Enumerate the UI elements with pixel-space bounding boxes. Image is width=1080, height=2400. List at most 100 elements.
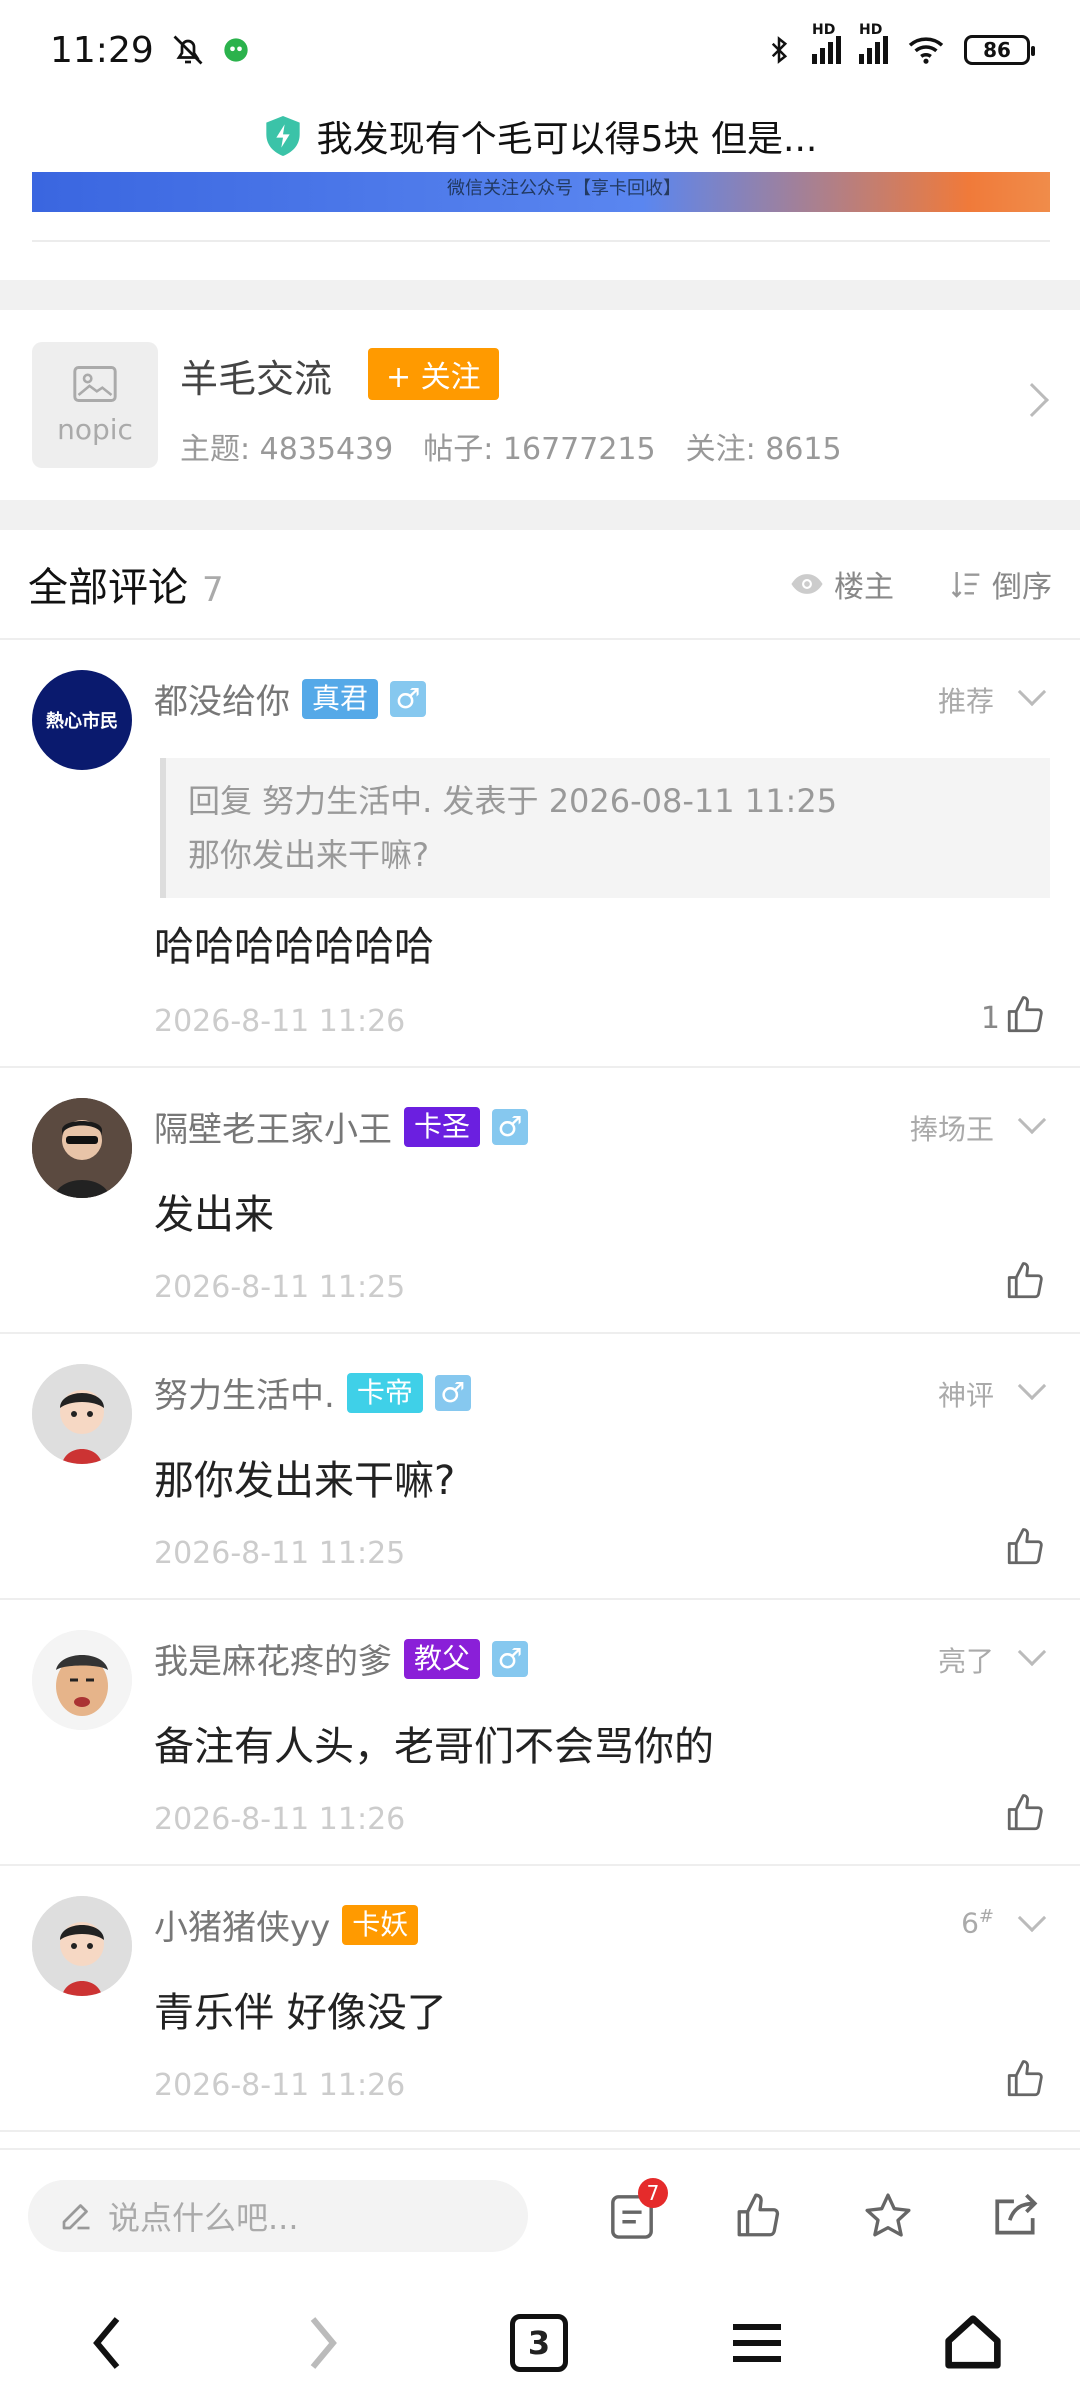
chevron-left-icon <box>93 2317 120 2369</box>
tabs-count: 3 <box>510 2314 568 2372</box>
thumbs-up-icon <box>737 2193 780 2237</box>
signal-icon: HD <box>812 22 841 64</box>
signal-icon-2: HD <box>859 22 888 64</box>
forum-topics: 主题: 4835439 <box>180 432 394 467</box>
thumbs-up-icon <box>1007 2060 1043 2097</box>
like-button[interactable] <box>1004 1792 1046 1834</box>
chevron-down-icon[interactable] <box>1017 1371 1047 1401</box>
home-button[interactable] <box>938 2308 1008 2378</box>
forum-followers: 关注: 8615 <box>685 432 842 467</box>
comment-tag: 捧场王 <box>909 1113 994 1146</box>
comment-username[interactable]: 都没给你 <box>154 674 290 723</box>
comment-item[interactable]: 我是麻花疼的爹 教父 ♂ 亮了 备注有人头，老哥们不会骂你的 2026-8-11… <box>0 1600 1080 1866</box>
chevron-down-icon[interactable] <box>1017 1105 1047 1135</box>
avatar[interactable] <box>32 1896 132 1996</box>
floor-number-value: 6 <box>961 1906 979 1940</box>
comment-username[interactable]: 我是麻花疼的爹 <box>154 1634 392 1683</box>
avatar-image <box>32 1896 132 1996</box>
menu-button[interactable] <box>722 2308 792 2378</box>
comment-item[interactable]: 努力生活中. 卡帝 ♂ 神评 那你发出来干嘛? 2026-8-11 11:25 <box>0 1334 1080 1600</box>
page-title-bar: 我发现有个毛可以得5块 但是... <box>0 100 1080 172</box>
comments-button[interactable]: 7 <box>600 2178 668 2248</box>
star-icon <box>865 2193 911 2237</box>
comments-header: 全部评论 7 楼主 倒序 <box>0 530 1080 640</box>
forum-card[interactable]: nopic 羊毛交流 + 关注 主题: 4835439 帖子: 16777215… <box>0 310 1080 500</box>
like-button[interactable]: 1 <box>981 994 1046 1036</box>
comment-tag: 神评 <box>937 1379 994 1412</box>
forum-stats: 主题: 4835439 帖子: 16777215 关注: 8615 <box>180 424 842 468</box>
thumbs-up-icon <box>1007 1262 1043 1299</box>
comment-time: 2026-8-11 11:26 <box>154 2068 406 2103</box>
pencil-icon <box>62 2204 90 2230</box>
like-button[interactable] <box>1004 1526 1046 1568</box>
app-notification-icon <box>224 38 248 62</box>
bluetooth-icon <box>771 36 788 64</box>
avatar[interactable]: 熱心市民 <box>32 670 132 770</box>
chevron-right-icon[interactable] <box>1015 383 1049 417</box>
battery-indicator: 86 <box>964 35 1035 65</box>
avatar-text: 熱心市民 <box>46 711 118 732</box>
comment-input-placeholder: 说点什么吧... <box>108 2199 299 2237</box>
user-level-badge: 卡帝 <box>346 1372 423 1413</box>
quote-text: 那你发出来干嘛? <box>188 836 429 874</box>
back-button[interactable] <box>72 2308 142 2378</box>
browser-navigation-bar: 3 <box>0 2284 1080 2400</box>
comment-text: 青乐伴 好像没了 <box>154 1990 447 2036</box>
eye-icon <box>791 574 823 594</box>
comment-item[interactable]: 小猪猪侠yy 卡妖 6# 青乐伴 好像没了 2026-8-11 11:26 <box>0 1866 1080 2132</box>
page-title: 我发现有个毛可以得5块 但是... <box>316 119 818 160</box>
comment-count-badge: 7 <box>638 2178 668 2208</box>
comment-tag: 亮了 <box>937 1645 994 1678</box>
quote-header: 回复 努力生活中. 发表于 2026-08-11 11:25 <box>188 782 838 820</box>
section-gap <box>0 500 1080 530</box>
sort-label: 倒序 <box>992 570 1052 605</box>
user-level-badge: 真君 <box>302 678 379 719</box>
forum-avatar: nopic <box>32 342 158 468</box>
forward-button[interactable] <box>288 2308 358 2378</box>
hd-label-2: HD <box>859 22 883 38</box>
tabs-button[interactable]: 3 <box>504 2308 574 2378</box>
male-icon: ♂ <box>434 1374 471 1411</box>
chevron-down-icon[interactable] <box>1017 1903 1047 1933</box>
thumbs-up-icon <box>1007 1794 1043 1831</box>
male-icon: ♂ <box>390 680 427 717</box>
follow-button[interactable]: + 关注 <box>368 348 499 400</box>
comment-username[interactable]: 隔壁老王家小王 <box>154 1102 392 1151</box>
comment-input[interactable]: 说点什么吧... <box>28 2180 528 2252</box>
avatar[interactable] <box>32 1630 132 1730</box>
user-level-badge: 教父 <box>404 1638 481 1679</box>
like-post-button[interactable] <box>726 2184 790 2248</box>
user-level-badge: 卡圣 <box>404 1106 481 1147</box>
avatar[interactable] <box>32 1098 132 1198</box>
chevron-down-icon[interactable] <box>1017 1637 1047 1667</box>
forum-name: 羊毛交流 <box>180 357 333 401</box>
favorite-button[interactable] <box>856 2184 920 2248</box>
avatar-image <box>32 1364 132 1464</box>
sort-reverse-toggle[interactable]: 倒序 <box>950 562 1052 606</box>
comment-time: 2026-8-11 11:26 <box>154 1004 406 1039</box>
image-placeholder-icon <box>73 365 117 402</box>
share-button[interactable] <box>984 2184 1048 2248</box>
comment-text: 那你发出来干嘛? <box>154 1458 456 1504</box>
bottom-action-bar: 说点什么吧... 7 <box>0 2148 1080 2284</box>
share-icon <box>995 2193 1038 2235</box>
chevron-down-icon[interactable] <box>1017 677 1047 707</box>
avatar-image <box>32 1630 132 1730</box>
comment-text: 哈哈哈哈哈哈哈 <box>154 924 434 970</box>
comment-item[interactable]: 熱心市民 都没给你 真君 ♂ 推荐 回复 努力生活中. 发表于 2026-08-… <box>0 640 1080 1068</box>
quoted-reply: 回复 努力生活中. 发表于 2026-08-11 11:25 那你发出来干嘛? <box>160 758 1050 898</box>
comment-username[interactable]: 努力生活中. <box>154 1368 335 1417</box>
divider <box>32 240 1050 242</box>
owner-only-toggle[interactable]: 楼主 <box>790 562 894 606</box>
like-button[interactable] <box>1004 2058 1046 2100</box>
banner-caption: 微信关注公众号【享卡回收】 <box>447 178 681 199</box>
wifi-icon <box>908 37 944 64</box>
comment-item[interactable]: 隔壁老王家小王 卡圣 ♂ 捧场王 发出来 2026-8-11 11:25 <box>0 1068 1080 1334</box>
forum-posts: 帖子: 16777215 <box>423 432 656 467</box>
like-button[interactable] <box>1004 1260 1046 1302</box>
avatar[interactable] <box>32 1364 132 1464</box>
status-time: 11:29 <box>50 29 154 71</box>
thumbs-up-icon <box>1007 1528 1043 1565</box>
comment-username[interactable]: 小猪猪侠yy <box>154 1900 330 1949</box>
sort-icon <box>951 572 980 598</box>
